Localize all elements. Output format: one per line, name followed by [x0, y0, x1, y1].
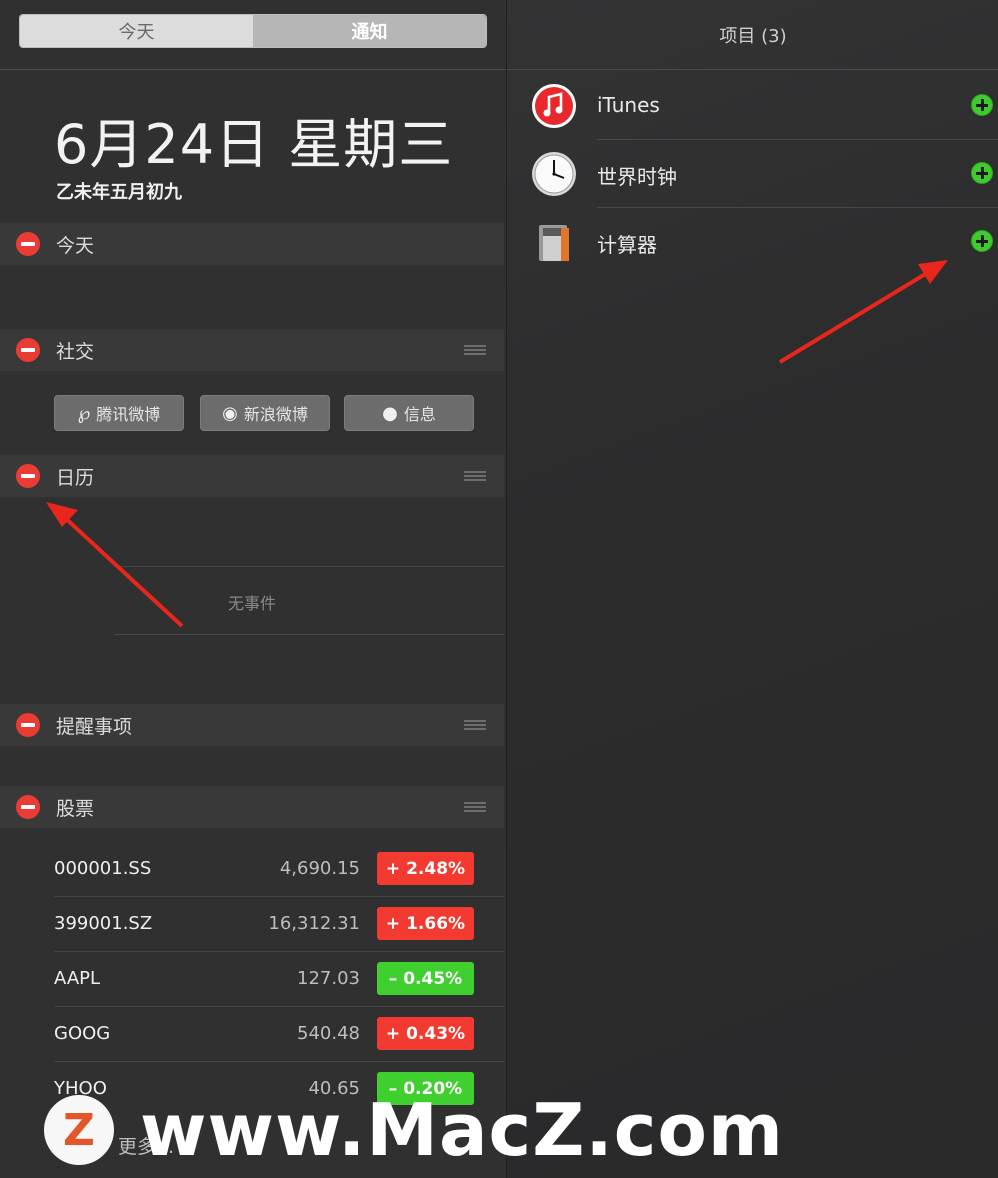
sina-weibo-label: 新浪微博 [243, 405, 308, 424]
widget-item-world-clock[interactable]: 世界时钟 [507, 139, 998, 207]
tencent-weibo-button[interactable]: ℘ 腾讯微博 [54, 395, 184, 431]
no-events-text: 无事件 [228, 594, 277, 613]
date-heading: 6月24日 星期三 [54, 113, 454, 176]
stock-price: 127.03 [297, 968, 360, 989]
tab-bar: 今天 通知 [0, 0, 506, 70]
watermark: Z www.MacZ.com [44, 1088, 784, 1172]
stock-change-badge[interactable]: – 0.45% [377, 962, 474, 995]
segmented-control: 今天 通知 [19, 14, 487, 48]
stock-price: 4,690.15 [279, 858, 360, 879]
drag-handle-icon[interactable] [464, 471, 486, 481]
sina-weibo-button[interactable]: ◉ 新浪微博 [200, 395, 330, 431]
widget-item-name: iTunes [597, 93, 660, 117]
messages-button[interactable]: ● 信息 [344, 395, 474, 431]
section-social-label: 社交 [56, 340, 95, 363]
stock-price: 540.48 [297, 1023, 360, 1044]
itunes-icon [532, 84, 576, 128]
message-bubble-icon: ● [382, 402, 398, 424]
section-social: 社交 [0, 329, 504, 371]
drag-handle-icon[interactable] [464, 802, 486, 812]
tencent-weibo-label: 腾讯微博 [96, 405, 161, 424]
items-panel-title: 项目 (3) [507, 0, 998, 70]
stock-symbol: GOOG [54, 1023, 111, 1044]
watermark-logo-icon: Z [44, 1095, 114, 1165]
stock-symbol: 399001.SZ [54, 913, 153, 934]
remove-reminders-button[interactable] [16, 713, 40, 737]
add-calculator-button[interactable] [971, 230, 993, 252]
add-world-clock-button[interactable] [971, 162, 993, 184]
section-stocks: 股票 [0, 786, 504, 828]
stock-price: 16,312.31 [268, 913, 360, 934]
stock-row[interactable]: GOOG 540.48 + 0.43% [0, 1006, 504, 1061]
messages-label: 信息 [403, 405, 436, 424]
sina-weibo-icon: ◉ [222, 402, 238, 424]
drag-handle-icon[interactable] [464, 345, 486, 355]
remove-calendar-button[interactable] [16, 464, 40, 488]
section-calendar: 日历 [0, 455, 504, 497]
section-today-label: 今天 [56, 234, 95, 257]
widget-item-calculator[interactable]: 计算器 [507, 207, 998, 275]
drag-handle-icon[interactable] [464, 720, 486, 730]
section-stocks-label: 股票 [56, 797, 95, 820]
today-panel: 今天 通知 6月24日 星期三 乙未年五月初九 今天 社交 ℘ 腾讯微博 ◉ 新… [0, 0, 506, 1178]
section-reminders: 提醒事项 [0, 704, 504, 746]
add-itunes-button[interactable] [971, 94, 993, 116]
remove-today-button[interactable] [16, 232, 40, 256]
widget-item-name: 世界时钟 [597, 165, 677, 189]
items-panel: 项目 (3) iTunes 世界时钟 计算器 [506, 0, 998, 1178]
widget-item-itunes[interactable]: iTunes [507, 71, 998, 139]
tab-notifications[interactable]: 通知 [253, 15, 486, 47]
section-calendar-label: 日历 [56, 466, 95, 489]
section-today: 今天 [0, 223, 504, 265]
stock-symbol: AAPL [54, 968, 101, 989]
lunar-date: 乙未年五月初九 [56, 182, 182, 203]
tencent-weibo-icon: ℘ [77, 402, 91, 424]
calculator-icon [539, 225, 569, 261]
remove-social-button[interactable] [16, 338, 40, 362]
tab-today[interactable]: 今天 [20, 15, 253, 47]
stock-row[interactable]: 000001.SS 4,690.15 + 2.48% [0, 841, 504, 896]
stock-row[interactable]: 399001.SZ 16,312.31 + 1.66% [0, 896, 504, 951]
widget-item-name: 计算器 [597, 233, 657, 257]
world-clock-icon [532, 152, 576, 196]
stock-change-badge[interactable]: + 0.43% [377, 1017, 474, 1050]
stock-row[interactable]: AAPL 127.03 – 0.45% [0, 951, 504, 1006]
watermark-text: www.MacZ.com [140, 1088, 784, 1172]
stock-symbol: 000001.SS [54, 858, 152, 879]
section-reminders-label: 提醒事项 [56, 715, 133, 738]
stock-change-badge[interactable]: + 1.66% [377, 907, 474, 940]
remove-stocks-button[interactable] [16, 795, 40, 819]
stock-change-badge[interactable]: + 2.48% [377, 852, 474, 885]
calendar-empty-area: 无事件 [114, 566, 504, 635]
